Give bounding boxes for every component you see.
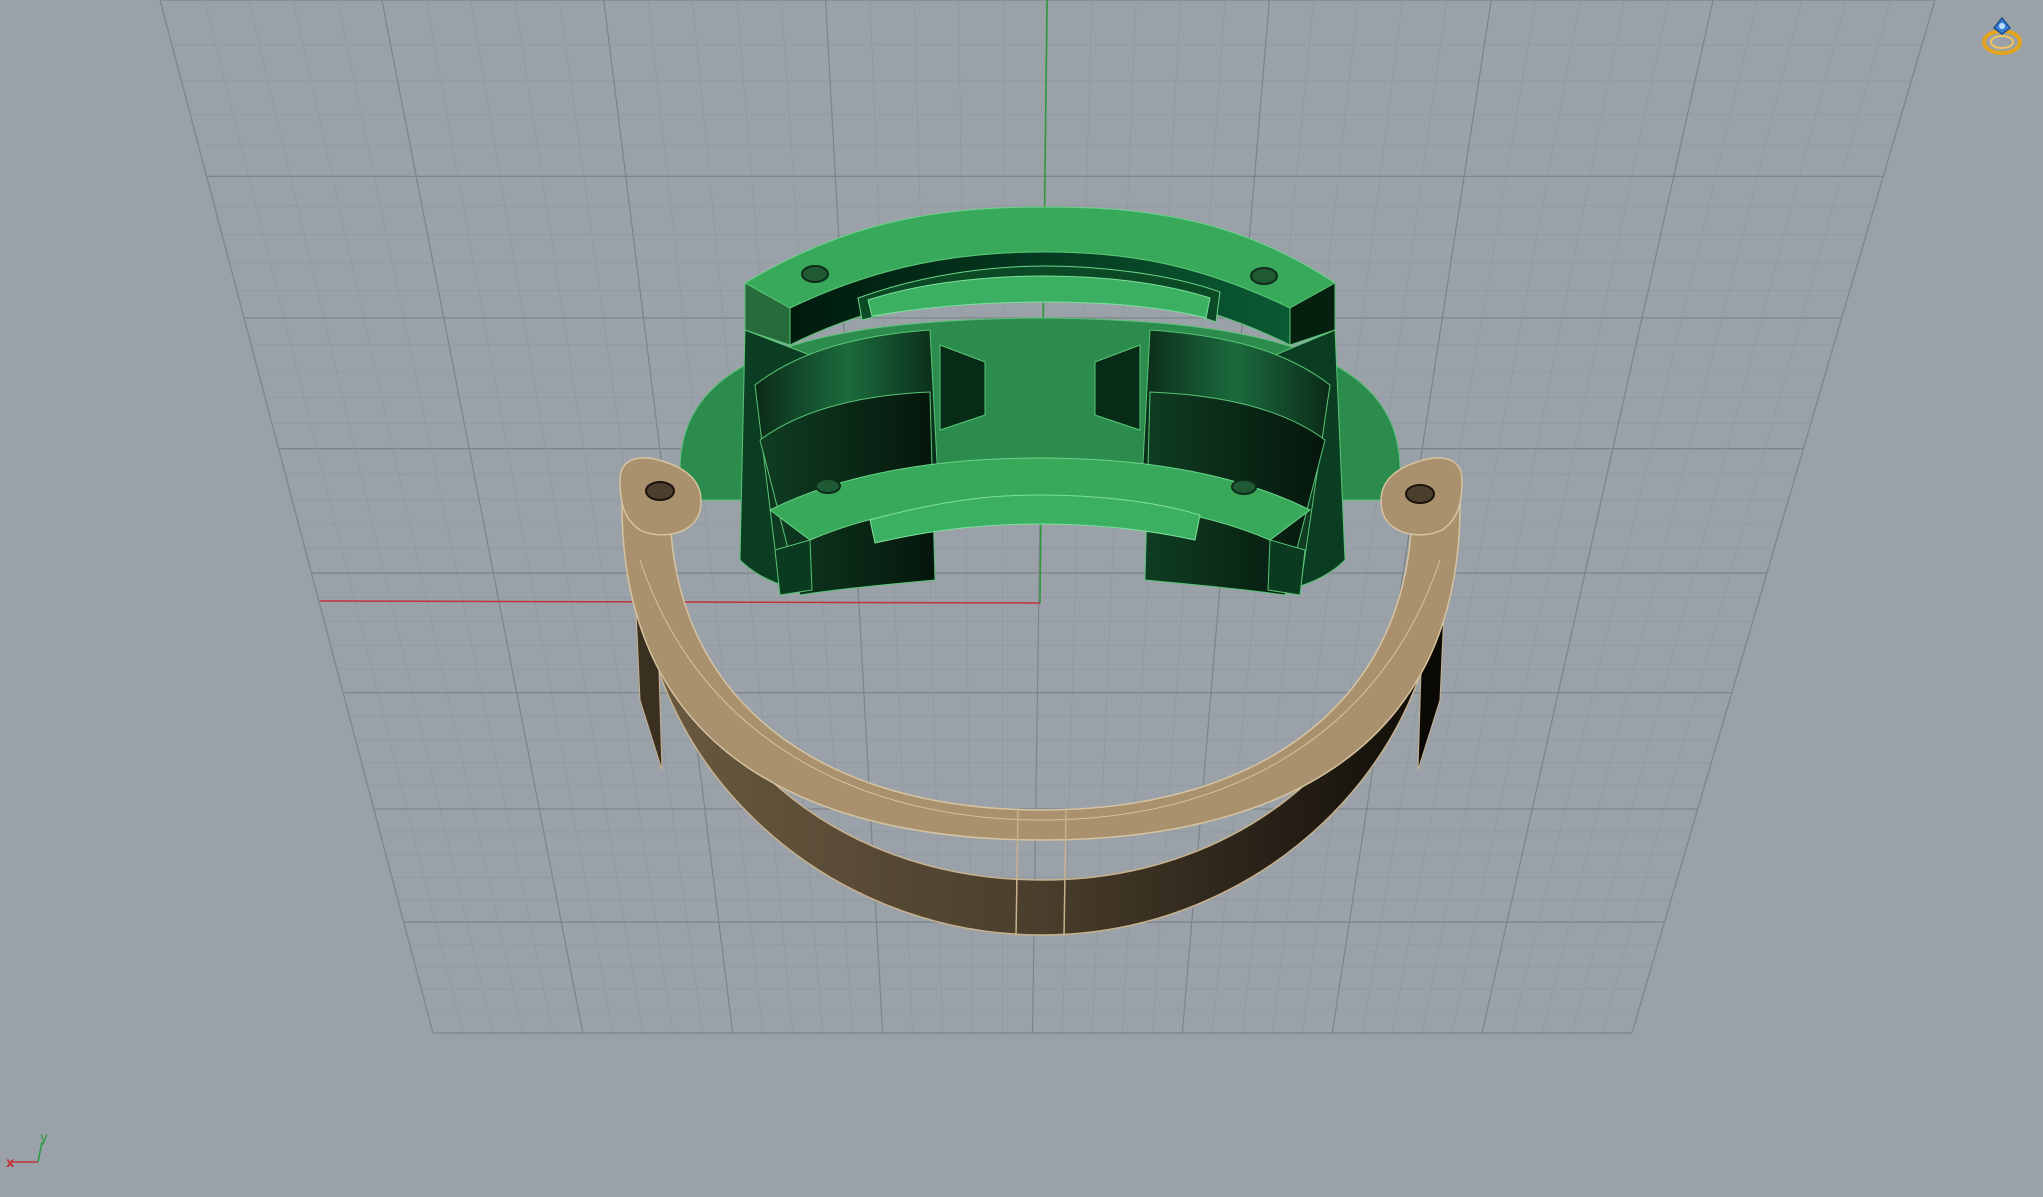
- perspective-viewport[interactable]: x y: [0, 0, 2043, 1197]
- grid-line: [425, 0, 614, 1034]
- screw-hole: [1250, 267, 1278, 285]
- gizmo-x-label: x: [6, 1156, 15, 1170]
- screw-hole: [801, 265, 829, 283]
- grid-line: [1601, 0, 1891, 1034]
- grid-line: [1511, 0, 1758, 1034]
- hinge-hole: [645, 481, 675, 501]
- scene-canvas[interactable]: [0, 0, 2043, 1197]
- grid-line: [1481, 0, 1714, 1034]
- grid-line: [292, 0, 524, 1034]
- grid-line: [1631, 0, 1936, 1034]
- screw-hole: [815, 478, 841, 494]
- grid-line: [1451, 0, 1670, 1034]
- grid-line: [248, 0, 494, 1034]
- grid-line: [159, 0, 434, 1034]
- ring-icon[interactable]: [1978, 12, 2026, 58]
- grid-line: [1571, 0, 1847, 1034]
- screw-hole: [1231, 479, 1257, 495]
- axis-gizmo: x y: [6, 1131, 48, 1170]
- grid-line: [204, 0, 464, 1034]
- grid-line: [381, 0, 584, 1034]
- grid-line: [1541, 0, 1803, 1034]
- grid-line: [470, 0, 644, 1034]
- hinge-hole: [1405, 484, 1435, 504]
- gizmo-y-label: y: [40, 1131, 48, 1146]
- grid-line: [337, 0, 554, 1034]
